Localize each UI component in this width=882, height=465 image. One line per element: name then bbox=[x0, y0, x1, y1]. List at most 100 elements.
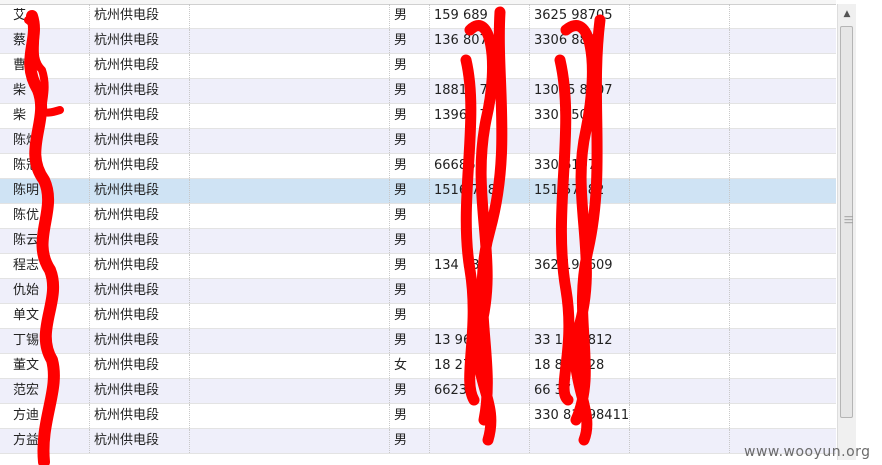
table-row[interactable]: 陈明 杭州供电段 男 1516 7382 151 57382 bbox=[0, 179, 836, 204]
extra-cell bbox=[190, 404, 390, 428]
id-cell: 33 1197812 bbox=[530, 329, 630, 353]
gender-cell: 男 bbox=[390, 379, 430, 403]
org-cell: 杭州供电段 bbox=[90, 179, 190, 203]
blank-cell bbox=[630, 279, 730, 303]
watermark-text: www.wooyun.org bbox=[744, 444, 871, 460]
table-row[interactable]: 方益 杭州供电段 男 bbox=[0, 429, 836, 454]
phone-cell bbox=[430, 204, 530, 228]
gender-cell: 男 bbox=[390, 129, 430, 153]
id-cell: 66 37 bbox=[530, 379, 630, 403]
blank-cell bbox=[730, 304, 836, 328]
extra-cell bbox=[190, 329, 390, 353]
gender-cell: 男 bbox=[390, 304, 430, 328]
extra-cell bbox=[190, 79, 390, 103]
org-cell: 杭州供电段 bbox=[90, 354, 190, 378]
org-cell: 杭州供电段 bbox=[90, 129, 190, 153]
extra-cell bbox=[190, 29, 390, 53]
table-row[interactable]: 方迪 杭州供电段 男 330 81198411 bbox=[0, 404, 836, 429]
table-row[interactable]: 丁锡 杭州供电段 男 13 9617 33 1197812 bbox=[0, 329, 836, 354]
extra-cell bbox=[190, 104, 390, 128]
blank-cell bbox=[730, 354, 836, 378]
table-row[interactable]: 蔡杭州供电段 男 136 807 3306 8810 bbox=[0, 29, 836, 54]
id-cell: 330 6107 bbox=[530, 154, 630, 178]
blank-cell bbox=[630, 379, 730, 403]
org-cell: 杭州供电段 bbox=[90, 279, 190, 303]
table-row[interactable]: 陈烽 杭州供电段 男 bbox=[0, 129, 836, 154]
org-cell: 杭州供电段 bbox=[90, 4, 190, 28]
name-cell: 艾 bbox=[8, 4, 90, 28]
table-row[interactable]: 柴杭州供电段 男 13968 7 3301 508 bbox=[0, 104, 836, 129]
phone-cell bbox=[430, 429, 530, 453]
blank-cell bbox=[730, 154, 836, 178]
name-cell: 董文 bbox=[8, 354, 90, 378]
blank-cell bbox=[730, 254, 836, 278]
blank-cell bbox=[730, 104, 836, 128]
blank-cell bbox=[730, 54, 836, 78]
blank-cell bbox=[630, 179, 730, 203]
blank-cell bbox=[630, 204, 730, 228]
org-cell: 杭州供电段 bbox=[90, 304, 190, 328]
id-cell: 330 81198411 bbox=[530, 404, 630, 428]
blank-cell bbox=[630, 29, 730, 53]
table-row[interactable]: 仇始 杭州供电段 男 bbox=[0, 279, 836, 304]
blank-cell bbox=[730, 129, 836, 153]
blank-cell bbox=[730, 179, 836, 203]
table-row[interactable]: 陈冠 杭州供电段 男 66686 330 6107 bbox=[0, 154, 836, 179]
blank-cell bbox=[630, 404, 730, 428]
gender-cell: 男 bbox=[390, 279, 430, 303]
extra-cell bbox=[190, 4, 390, 28]
table-row[interactable]: 曹杭州供电段 男 bbox=[0, 54, 836, 79]
grip-icon: — — — bbox=[844, 212, 853, 228]
table-row[interactable]: 董文 杭州供电段 女 18 2728 18 852728 bbox=[0, 354, 836, 379]
blank-cell bbox=[630, 54, 730, 78]
blank-cell bbox=[630, 79, 730, 103]
name-cell: 蔡 bbox=[8, 29, 90, 53]
blank-cell bbox=[730, 329, 836, 353]
vertical-scrollbar[interactable]: ▲ — — — bbox=[837, 4, 856, 460]
org-cell: 杭州供电段 bbox=[90, 379, 190, 403]
gender-cell: 男 bbox=[390, 4, 430, 28]
gender-cell: 男 bbox=[390, 29, 430, 53]
table-row[interactable]: 范宏 杭州供电段 男 66233 66 37 bbox=[0, 379, 836, 404]
blank-cell bbox=[730, 379, 836, 403]
org-cell: 杭州供电段 bbox=[90, 429, 190, 453]
table-row[interactable]: 艾杭州供电段 男 159 689 3625 98705 bbox=[0, 4, 836, 29]
table-row[interactable]: 程志 杭州供电段 男 134 836 362 198609 bbox=[0, 254, 836, 279]
table-row[interactable]: 单文 杭州供电段 男 bbox=[0, 304, 836, 329]
extra-cell bbox=[190, 54, 390, 78]
org-cell: 杭州供电段 bbox=[90, 154, 190, 178]
id-cell: 3301 508 bbox=[530, 104, 630, 128]
name-cell: 丁锡 bbox=[8, 329, 90, 353]
table-row[interactable]: 柴杭州供电段 男 18814 7 13045 8707 bbox=[0, 79, 836, 104]
gender-cell: 男 bbox=[390, 229, 430, 253]
phone-cell bbox=[430, 404, 530, 428]
id-cell: 18 852728 bbox=[530, 354, 630, 378]
scroll-thumb[interactable]: — — — bbox=[840, 26, 853, 418]
org-cell: 杭州供电段 bbox=[90, 79, 190, 103]
gender-cell: 男 bbox=[390, 104, 430, 128]
extra-cell bbox=[190, 354, 390, 378]
extra-cell bbox=[190, 229, 390, 253]
name-cell: 陈云 bbox=[8, 229, 90, 253]
scroll-up-arrow-icon[interactable]: ▲ bbox=[839, 6, 855, 22]
org-cell: 杭州供电段 bbox=[90, 329, 190, 353]
blank-cell bbox=[630, 254, 730, 278]
blank-cell bbox=[730, 404, 836, 428]
phone-cell: 18814 7 bbox=[430, 79, 530, 103]
name-cell: 范宏 bbox=[8, 379, 90, 403]
extra-cell bbox=[190, 129, 390, 153]
phone-cell: 159 689 bbox=[430, 4, 530, 28]
phone-cell bbox=[430, 54, 530, 78]
blank-cell bbox=[630, 354, 730, 378]
blank-cell bbox=[730, 204, 836, 228]
gender-cell: 男 bbox=[390, 154, 430, 178]
table-row[interactable]: 陈云 杭州供电段 男 bbox=[0, 229, 836, 254]
phone-cell bbox=[430, 129, 530, 153]
blank-cell bbox=[730, 279, 836, 303]
phone-cell: 66686 bbox=[430, 154, 530, 178]
phone-cell bbox=[430, 279, 530, 303]
table-row[interactable]: 陈优 杭州供电段 男 bbox=[0, 204, 836, 229]
name-cell: 方迪 bbox=[8, 404, 90, 428]
name-cell: 仇始 bbox=[8, 279, 90, 303]
phone-cell bbox=[430, 304, 530, 328]
